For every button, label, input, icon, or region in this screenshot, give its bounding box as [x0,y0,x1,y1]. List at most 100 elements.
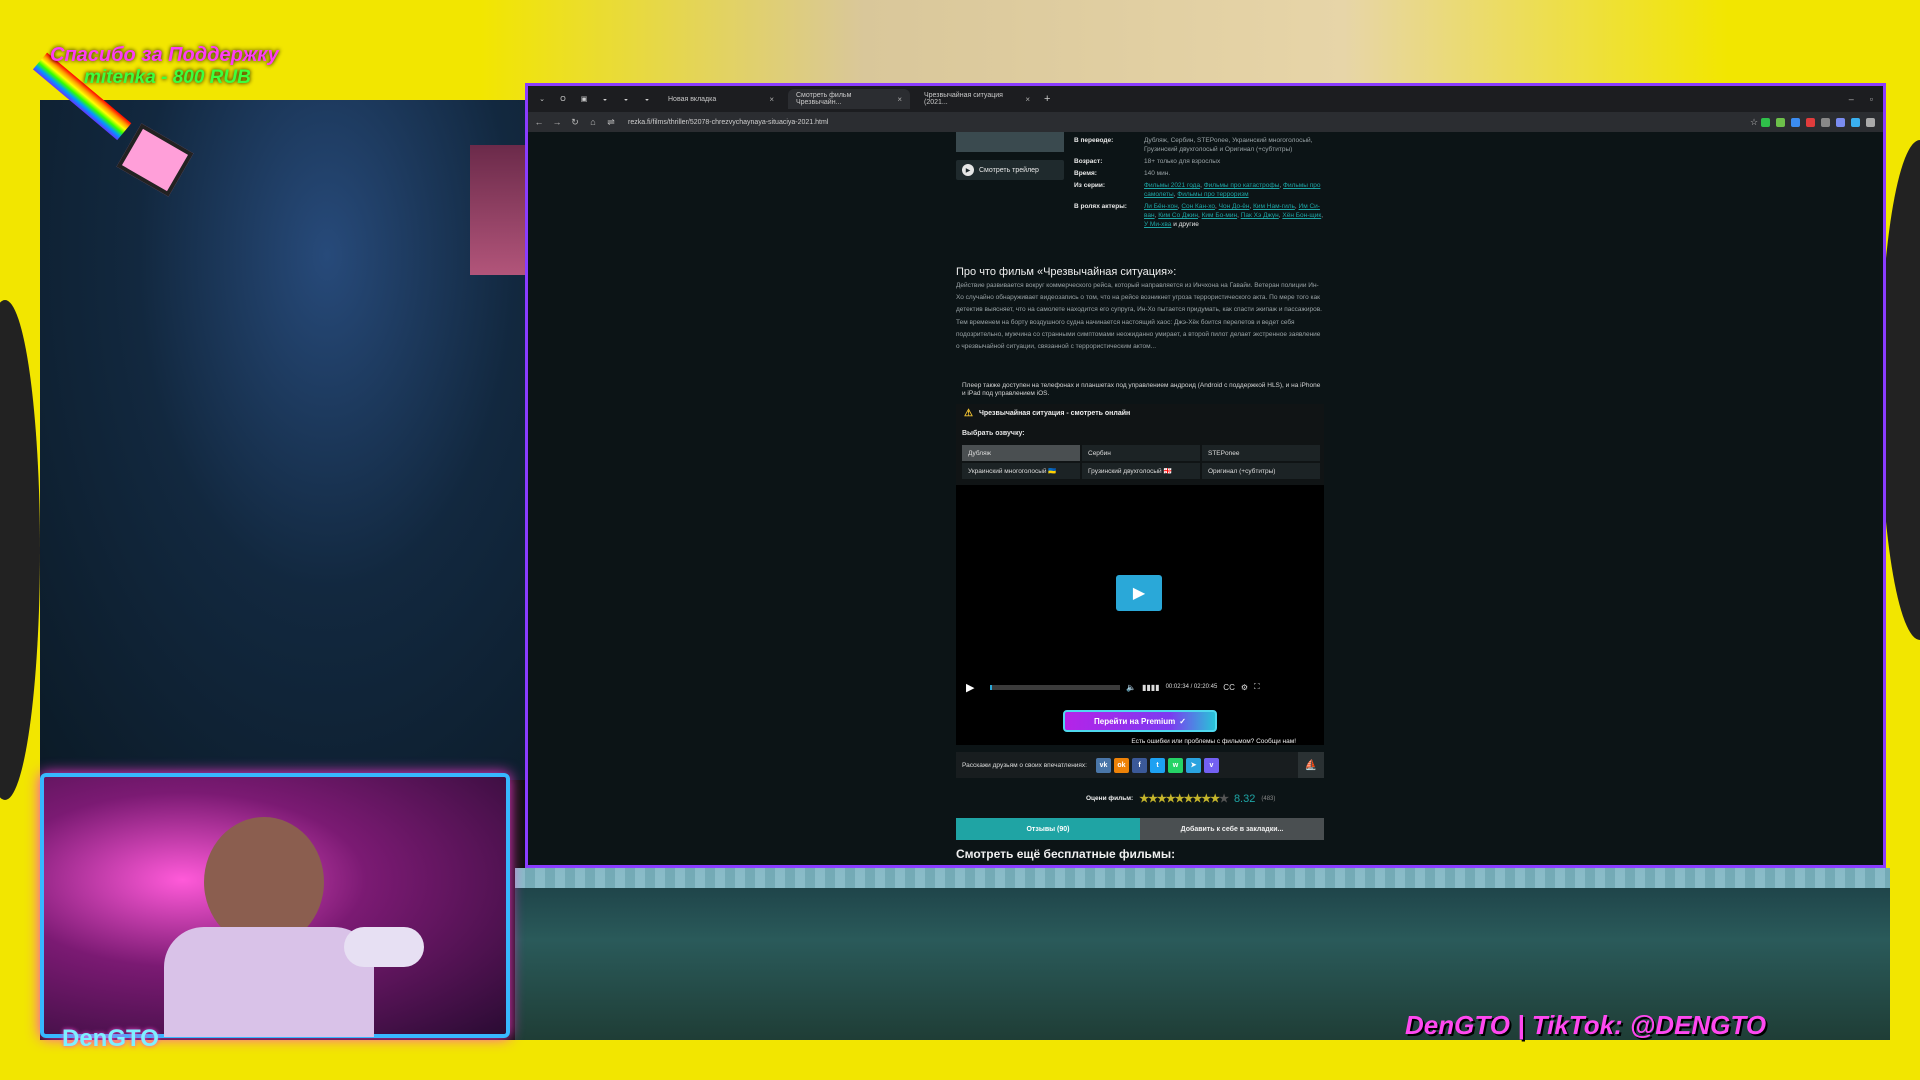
bookmark-star-icon[interactable]: ☆ [1747,117,1761,128]
tab-search-icon[interactable]: ⌄ [535,92,549,106]
about-text: Действие развивается вокруг коммерческог… [956,282,1322,351]
actor-link[interactable]: Ким Бо-мин [1202,212,1237,219]
subtitles-icon[interactable]: CC [1223,683,1235,692]
rating-score: 8.32 [1233,792,1256,805]
tab-label: Новая вкладка [668,95,717,103]
big-play-button[interactable]: ▶ [1116,575,1162,611]
watch-trailer-button[interactable]: ▶ Смотреть трейлер [956,160,1064,180]
info-row: Возраст: 18+ только для взрослых [1074,157,1324,166]
info-value: 140 мин. [1144,170,1171,177]
star-icon[interactable]: ★ [1219,793,1229,805]
star-icon[interactable]: ★ [1157,793,1167,805]
volume-icon[interactable]: 🔈 [1126,683,1136,692]
star-icon[interactable]: ★ [1166,793,1176,805]
premium-icon: ✓ [1179,716,1186,726]
pinned-tab-icon[interactable]: ◒ [640,92,654,106]
star-icon[interactable]: ★ [1192,793,1202,805]
url-field[interactable]: rezka.fi/films/thriller/52078-chrezvycha… [628,119,1743,126]
video-area[interactable]: ▶ ▶ 🔈 ▮▮▮▮ 00:02:34 / 02:20:45 CC ⚙ ⛶ [956,485,1324,705]
extensions-menu-icon[interactable] [1866,117,1875,127]
close-tab-icon[interactable]: × [769,95,774,104]
tab-2[interactable]: Чрезвычайная ситуация (2021... × [916,89,1038,109]
extension-icon[interactable] [1761,117,1770,127]
window-controls: – ▫ [1849,94,1883,104]
extension-icon[interactable] [1836,117,1845,127]
star-icon[interactable]: ★ [1210,793,1220,805]
whatsapp-share-icon[interactable]: w [1168,757,1183,773]
info-row: Время: 140 мин. [1074,169,1324,178]
fullscreen-icon[interactable]: ⛶ [1254,682,1260,692]
voice-label: Выбрать озвучку: [956,422,1324,445]
home-icon[interactable]: ⌂ [586,117,600,127]
star-icon[interactable]: ★ [1139,793,1149,805]
ship-icon[interactable]: ⛵ [1298,752,1324,778]
actor-link[interactable]: Ким Со Джин [1158,212,1198,219]
webcam-frame [40,773,510,1038]
series-link[interactable]: Фильмы 2021 года [1144,182,1200,189]
actor-link[interactable]: У Ми-хва [1144,221,1171,228]
extension-icon[interactable] [1851,117,1860,127]
tab-0[interactable]: Новая вкладка × [660,89,782,109]
twitter-share-icon[interactable]: t [1150,757,1165,773]
volume-bars-icon[interactable]: ▮▮▮▮ [1142,683,1160,692]
info-row-actors: В ролях актеры: Ли Бён-хон, Сон Кан-хо, … [1074,202,1324,229]
poster-image[interactable] [956,132,1064,152]
pinned-tab-icon[interactable]: ◒ [598,92,612,106]
reviews-button[interactable]: Отзывы (90) [956,818,1140,840]
rating-stars[interactable]: ★★★★★★★★★★ [1139,792,1229,805]
forward-icon[interactable]: → [550,117,564,127]
telegram-share-icon[interactable]: ➤ [1186,757,1201,773]
game-scene-background [30,30,560,780]
voice-option[interactable]: Грузинский двухголосый 🇬🇪 [1082,463,1200,479]
extension-icon[interactable] [1806,117,1815,127]
series-link[interactable]: Фильмы про катастрофы [1204,182,1280,189]
series-link[interactable]: Фильмы про терроризм [1177,191,1248,198]
close-tab-icon[interactable]: × [897,95,902,104]
report-problem-link[interactable]: Есть ошибки или проблемы с фильмом? Сооб… [1131,738,1296,745]
reload-icon[interactable]: ↻ [568,117,582,128]
progress-bar[interactable] [990,684,1120,690]
actor-link[interactable]: Хён Бон-щик [1282,212,1321,219]
play-icon[interactable]: ▶ [966,681,984,694]
star-icon[interactable]: ★ [1148,793,1158,805]
voice-option[interactable]: Украинский многоголосый 🇺🇦 [962,463,1080,479]
pinned-tab-icon[interactable]: ◒ [619,92,633,106]
warning-icon: ⚠ [964,407,973,419]
ok-share-icon[interactable]: ok [1114,757,1129,773]
extension-icon[interactable] [1791,117,1800,127]
info-key: Время: [1074,170,1097,177]
premium-button[interactable]: Перейти на Premium ✓ [1063,710,1217,732]
voice-option[interactable]: Сербин [1082,445,1200,461]
minimize-icon[interactable]: – [1849,94,1854,104]
workspace-icon[interactable]: ▣ [577,92,591,106]
webcam-logo: DenGTO [62,1025,159,1052]
vk-share-icon[interactable]: vk [1096,757,1111,773]
extension-icon[interactable] [1776,117,1785,127]
voice-option[interactable]: Дубляж [962,445,1080,461]
info-rows: В переводе: Дубляж, Сербин, STEPonee, Укр… [1074,136,1324,178]
share-icons: vk ok f t w ➤ v [1096,757,1219,773]
star-icon[interactable]: ★ [1201,793,1211,805]
add-bookmark-button[interactable]: Добавить к себе в закладки... [1140,818,1324,840]
maximize-icon[interactable]: ▫ [1870,94,1873,104]
actor-link[interactable]: Чон До-ён [1219,203,1250,210]
opera-icon[interactable]: O [556,92,570,106]
actor-link[interactable]: Пак Хэ Джун [1241,212,1279,219]
voice-option[interactable]: Оригинал (+субтитры) [1202,463,1320,479]
facebook-share-icon[interactable]: f [1132,757,1147,773]
actors-suffix: и другие [1171,221,1199,228]
actor-link[interactable]: Сон Кан-хо [1181,203,1215,210]
series-links: Фильмы 2021 года, Фильмы про катастрофы,… [1144,182,1321,198]
back-icon[interactable]: ← [532,117,546,127]
settings-gear-icon[interactable]: ⚙ [1241,683,1248,692]
site-info-icon[interactable]: ⇌ [604,117,618,128]
extension-icon[interactable] [1821,117,1830,127]
viber-share-icon[interactable]: v [1204,757,1219,773]
voice-option[interactable]: STEPonee [1202,445,1320,461]
actor-link[interactable]: Ли Бён-хон [1144,203,1178,210]
star-icon[interactable]: ★ [1175,793,1185,805]
tab-1[interactable]: Смотреть фильм Чрезвычайн... × [788,89,910,109]
new-tab-button[interactable]: + [1044,93,1050,105]
close-tab-icon[interactable]: × [1025,95,1030,104]
actor-link[interactable]: Ким Нам-гиль [1253,203,1295,210]
